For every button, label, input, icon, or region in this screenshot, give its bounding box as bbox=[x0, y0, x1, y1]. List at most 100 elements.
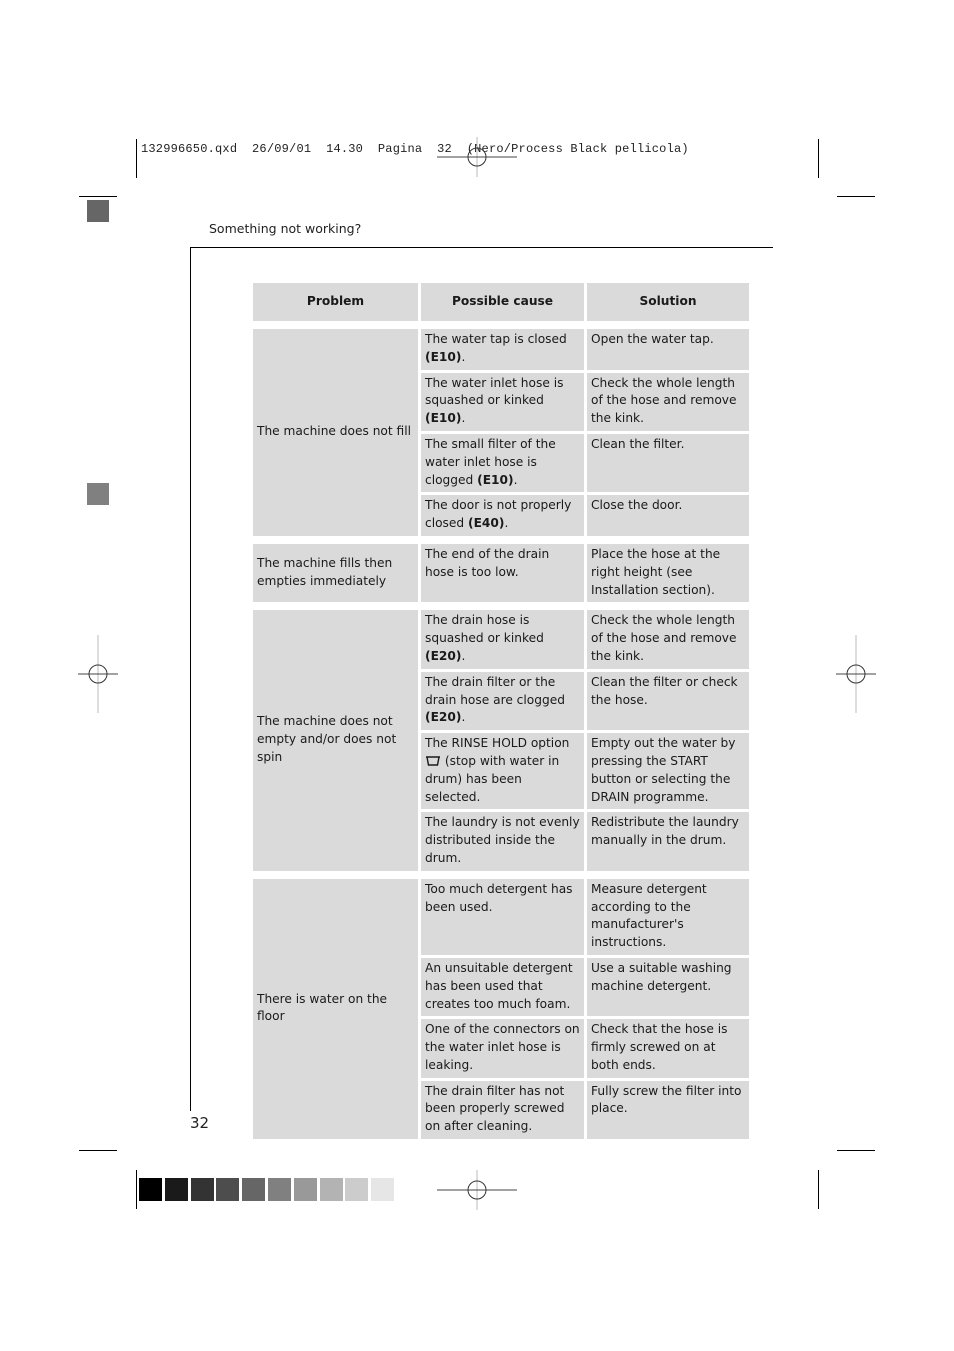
problem-cell: The machine does not fill bbox=[253, 329, 418, 536]
solution-cell: Close the door. bbox=[587, 495, 749, 536]
cause-cell: The water inlet hose is squashed or kink… bbox=[421, 372, 584, 431]
cause-cell: The small filter of the water inlet hose… bbox=[421, 433, 584, 493]
grayscale-swatch bbox=[139, 1178, 162, 1201]
solution-cell: Check the whole length of the hose and r… bbox=[587, 610, 749, 669]
cause-cell: The drain filter or the drain hose are c… bbox=[421, 671, 584, 731]
solution-cell: Place the hose at the right height (see … bbox=[587, 543, 749, 603]
problem-cell: The machine does not empty and/or does n… bbox=[253, 610, 418, 871]
solution-cell: Open the water tap. bbox=[587, 329, 749, 370]
table-row: The machine fills then empties immediate… bbox=[253, 543, 749, 603]
cause-text: The RINSE HOLD option bbox=[425, 736, 570, 751]
crop-mark bbox=[79, 196, 117, 197]
column-header-solution: Solution bbox=[587, 283, 749, 321]
cause-text: The water inlet hose is squashed or kink… bbox=[425, 375, 564, 408]
table-row: The machine does not fill The water tap i… bbox=[253, 329, 749, 536]
cause-text: One of the connectors on the water inlet… bbox=[425, 1022, 580, 1072]
solution-cell: Redistribute the laundry manually in the… bbox=[587, 812, 749, 871]
grayscale-swatch bbox=[216, 1178, 240, 1201]
grayscale-swatch bbox=[293, 1178, 317, 1201]
cause-tail: . bbox=[461, 411, 466, 426]
cause-tail: . bbox=[461, 349, 466, 364]
cause-text: The drain filter or the drain hose are c… bbox=[425, 674, 565, 707]
solution-cell: Clean the filter or check the hose. bbox=[587, 671, 749, 731]
slug-filename: 132996650.qxd bbox=[141, 142, 238, 156]
cause-text: The drain filter has not been properly s… bbox=[425, 1083, 565, 1134]
grayscale-swatch bbox=[242, 1178, 266, 1201]
solution-cell: Check that the hose is firmly screwed on… bbox=[587, 1019, 749, 1078]
grayscale-swatch bbox=[190, 1178, 214, 1201]
slug-page-label: Pagina bbox=[377, 142, 423, 156]
cause-cell: The drain hose is squashed or kinked (E2… bbox=[421, 610, 584, 669]
problem-cell: The machine fills then empties immediate… bbox=[253, 543, 418, 603]
cause-text: The drain hose is squashed or kinked bbox=[425, 613, 544, 646]
table-header-row: Problem Possible cause Solution bbox=[253, 283, 749, 321]
cause-cell: The laundry is not evenly distributed in… bbox=[421, 812, 584, 871]
slug-time: 14.30 bbox=[326, 142, 364, 156]
group-separator bbox=[253, 324, 749, 326]
rinse-hold-icon bbox=[426, 756, 440, 766]
registration-mark-top bbox=[437, 137, 517, 177]
cause-text: The water tap is closed bbox=[425, 332, 567, 346]
crop-mark bbox=[79, 1150, 117, 1151]
section-tab-marker bbox=[87, 200, 109, 222]
cause-tail: . bbox=[461, 648, 466, 663]
section-title: Something not working? bbox=[209, 221, 362, 236]
grayscale-swatch bbox=[268, 1178, 291, 1201]
error-code: (E10) bbox=[425, 349, 462, 364]
cause-tail: . bbox=[461, 710, 466, 725]
column-header-problem: Problem bbox=[253, 283, 418, 321]
solution-cell: Clean the filter. bbox=[587, 433, 749, 493]
solution-cell: Fully screw the filter into place. bbox=[587, 1080, 749, 1140]
grayscale-swatch bbox=[345, 1178, 369, 1201]
error-code: (E10) bbox=[425, 411, 462, 426]
section-tab-marker bbox=[87, 483, 109, 505]
error-code: (E20) bbox=[425, 710, 462, 725]
cause-text: The end of the drain hose is too low. bbox=[425, 546, 550, 579]
crop-mark bbox=[818, 1170, 819, 1209]
error-code: (E40) bbox=[468, 516, 505, 531]
registration-mark-right bbox=[836, 635, 876, 713]
error-code: (E20) bbox=[425, 648, 462, 663]
cause-cell: One of the connectors on the water inlet… bbox=[421, 1019, 584, 1078]
cause-cell: The door is not properly closed (E40). bbox=[421, 495, 584, 536]
page-number: 32 bbox=[190, 1114, 210, 1132]
cause-cell: The drain filter has not been properly s… bbox=[421, 1080, 584, 1140]
print-slug: 132996650.qxd 26/09/01 14.30 Pagina 32 (… bbox=[141, 142, 689, 156]
cause-text: Too much detergent has been used. bbox=[425, 881, 573, 914]
solution-cell: Measure detergent according to the manuf… bbox=[587, 878, 749, 955]
crop-mark bbox=[837, 196, 875, 197]
cause-cell: The end of the drain hose is too low. bbox=[421, 543, 584, 603]
registration-mark-left bbox=[78, 635, 118, 713]
cause-cell: The water tap is closed (E10). bbox=[421, 329, 584, 370]
solution-cell: Use a suitable washing machine detergent… bbox=[587, 957, 749, 1017]
cause-cell: An unsuitable detergent has been used th… bbox=[421, 957, 584, 1017]
cause-text: The laundry is not evenly distributed in… bbox=[425, 815, 580, 865]
crop-mark bbox=[136, 1170, 137, 1209]
table-row: There is water on the floor Too much dete… bbox=[253, 878, 749, 1140]
table-row: The machine does not empty and/or does n… bbox=[253, 610, 749, 871]
solution-cell: Check the whole length of the hose and r… bbox=[587, 372, 749, 431]
crop-mark bbox=[837, 1150, 875, 1151]
troubleshooting-table: Problem Possible cause Solution The mach… bbox=[250, 280, 752, 1142]
cause-text: An unsuitable detergent has been used th… bbox=[425, 960, 573, 1011]
cause-text-continued: (stop with water in drum) has been selec… bbox=[425, 753, 560, 804]
margin-rule bbox=[190, 247, 191, 1111]
slug-date: 26/09/01 bbox=[252, 142, 312, 156]
group-separator bbox=[253, 538, 749, 541]
cause-tail: . bbox=[504, 516, 509, 531]
grayscale-swatch bbox=[371, 1178, 395, 1201]
group-separator bbox=[253, 873, 749, 876]
cause-cell: Too much detergent has been used. bbox=[421, 878, 584, 955]
solution-cell: Empty out the water by pressing the STAR… bbox=[587, 733, 749, 810]
grayscale-swatch bbox=[164, 1178, 188, 1201]
error-code: (E10) bbox=[477, 472, 514, 487]
problem-cell: There is water on the floor bbox=[253, 878, 418, 1140]
registration-mark-bottom bbox=[437, 1170, 517, 1210]
column-header-cause: Possible cause bbox=[421, 283, 584, 321]
crop-mark bbox=[136, 139, 137, 178]
cause-cell: The RINSE HOLD option (stop with water i… bbox=[421, 733, 584, 810]
header-rule bbox=[190, 247, 773, 248]
group-separator bbox=[253, 605, 749, 608]
grayscale-swatch bbox=[319, 1178, 343, 1201]
crop-mark bbox=[818, 139, 819, 178]
